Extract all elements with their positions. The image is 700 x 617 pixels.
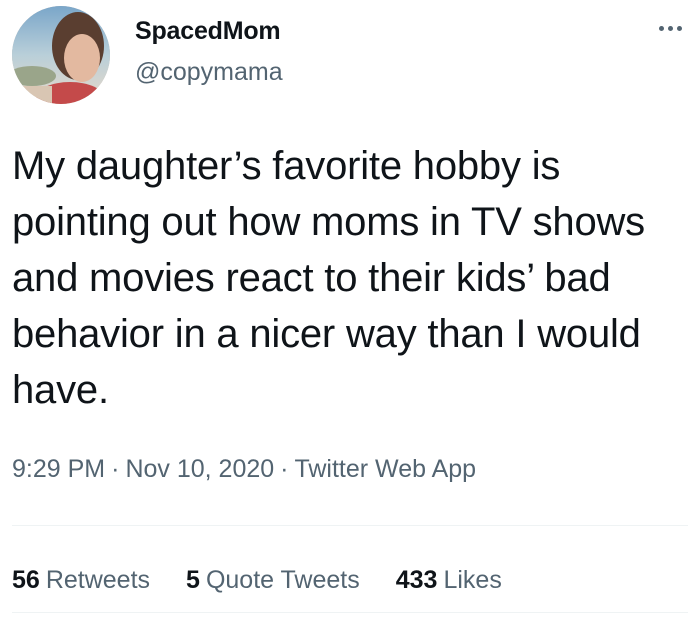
likes-label: Likes: [443, 566, 502, 594]
quote-tweets-label: Quote Tweets: [205, 566, 360, 594]
author-display-name[interactable]: SpacedMom: [135, 17, 281, 46]
tweet-source[interactable]: Twitter Web App: [294, 455, 476, 483]
meta-separator: ·: [111, 455, 120, 483]
likes-count: 433: [395, 566, 438, 594]
avatar-image: [12, 6, 110, 104]
divider: [12, 612, 688, 613]
tweet-stats: 56 Retweets 5 Quote Tweets 433 Likes: [12, 566, 502, 595]
tweet-time[interactable]: 9:29 PM: [12, 455, 105, 483]
likes-stat[interactable]: 433 Likes: [396, 566, 502, 595]
avatar[interactable]: [12, 6, 110, 104]
tweet-date[interactable]: Nov 10, 2020: [125, 455, 274, 483]
quote-tweets-count: 5: [186, 566, 200, 594]
tweet-text: My daughter’s favorite hobby is pointing…: [12, 144, 645, 412]
retweets-stat[interactable]: 56 Retweets: [12, 566, 150, 595]
meta-separator: ·: [280, 455, 289, 483]
retweets-label: Retweets: [45, 566, 151, 594]
author-handle[interactable]: @copymama: [135, 58, 283, 87]
quote-tweets-stat[interactable]: 5 Quote Tweets: [186, 566, 360, 595]
more-horizontal-icon[interactable]: [650, 18, 690, 38]
tweet-meta: 9:29 PM · Nov 10, 2020 · Twitter Web App: [12, 455, 476, 484]
divider: [12, 525, 688, 526]
tweet-card: SpacedMom @copymama My daughter’s favori…: [0, 0, 700, 617]
retweets-count: 56: [12, 566, 40, 594]
